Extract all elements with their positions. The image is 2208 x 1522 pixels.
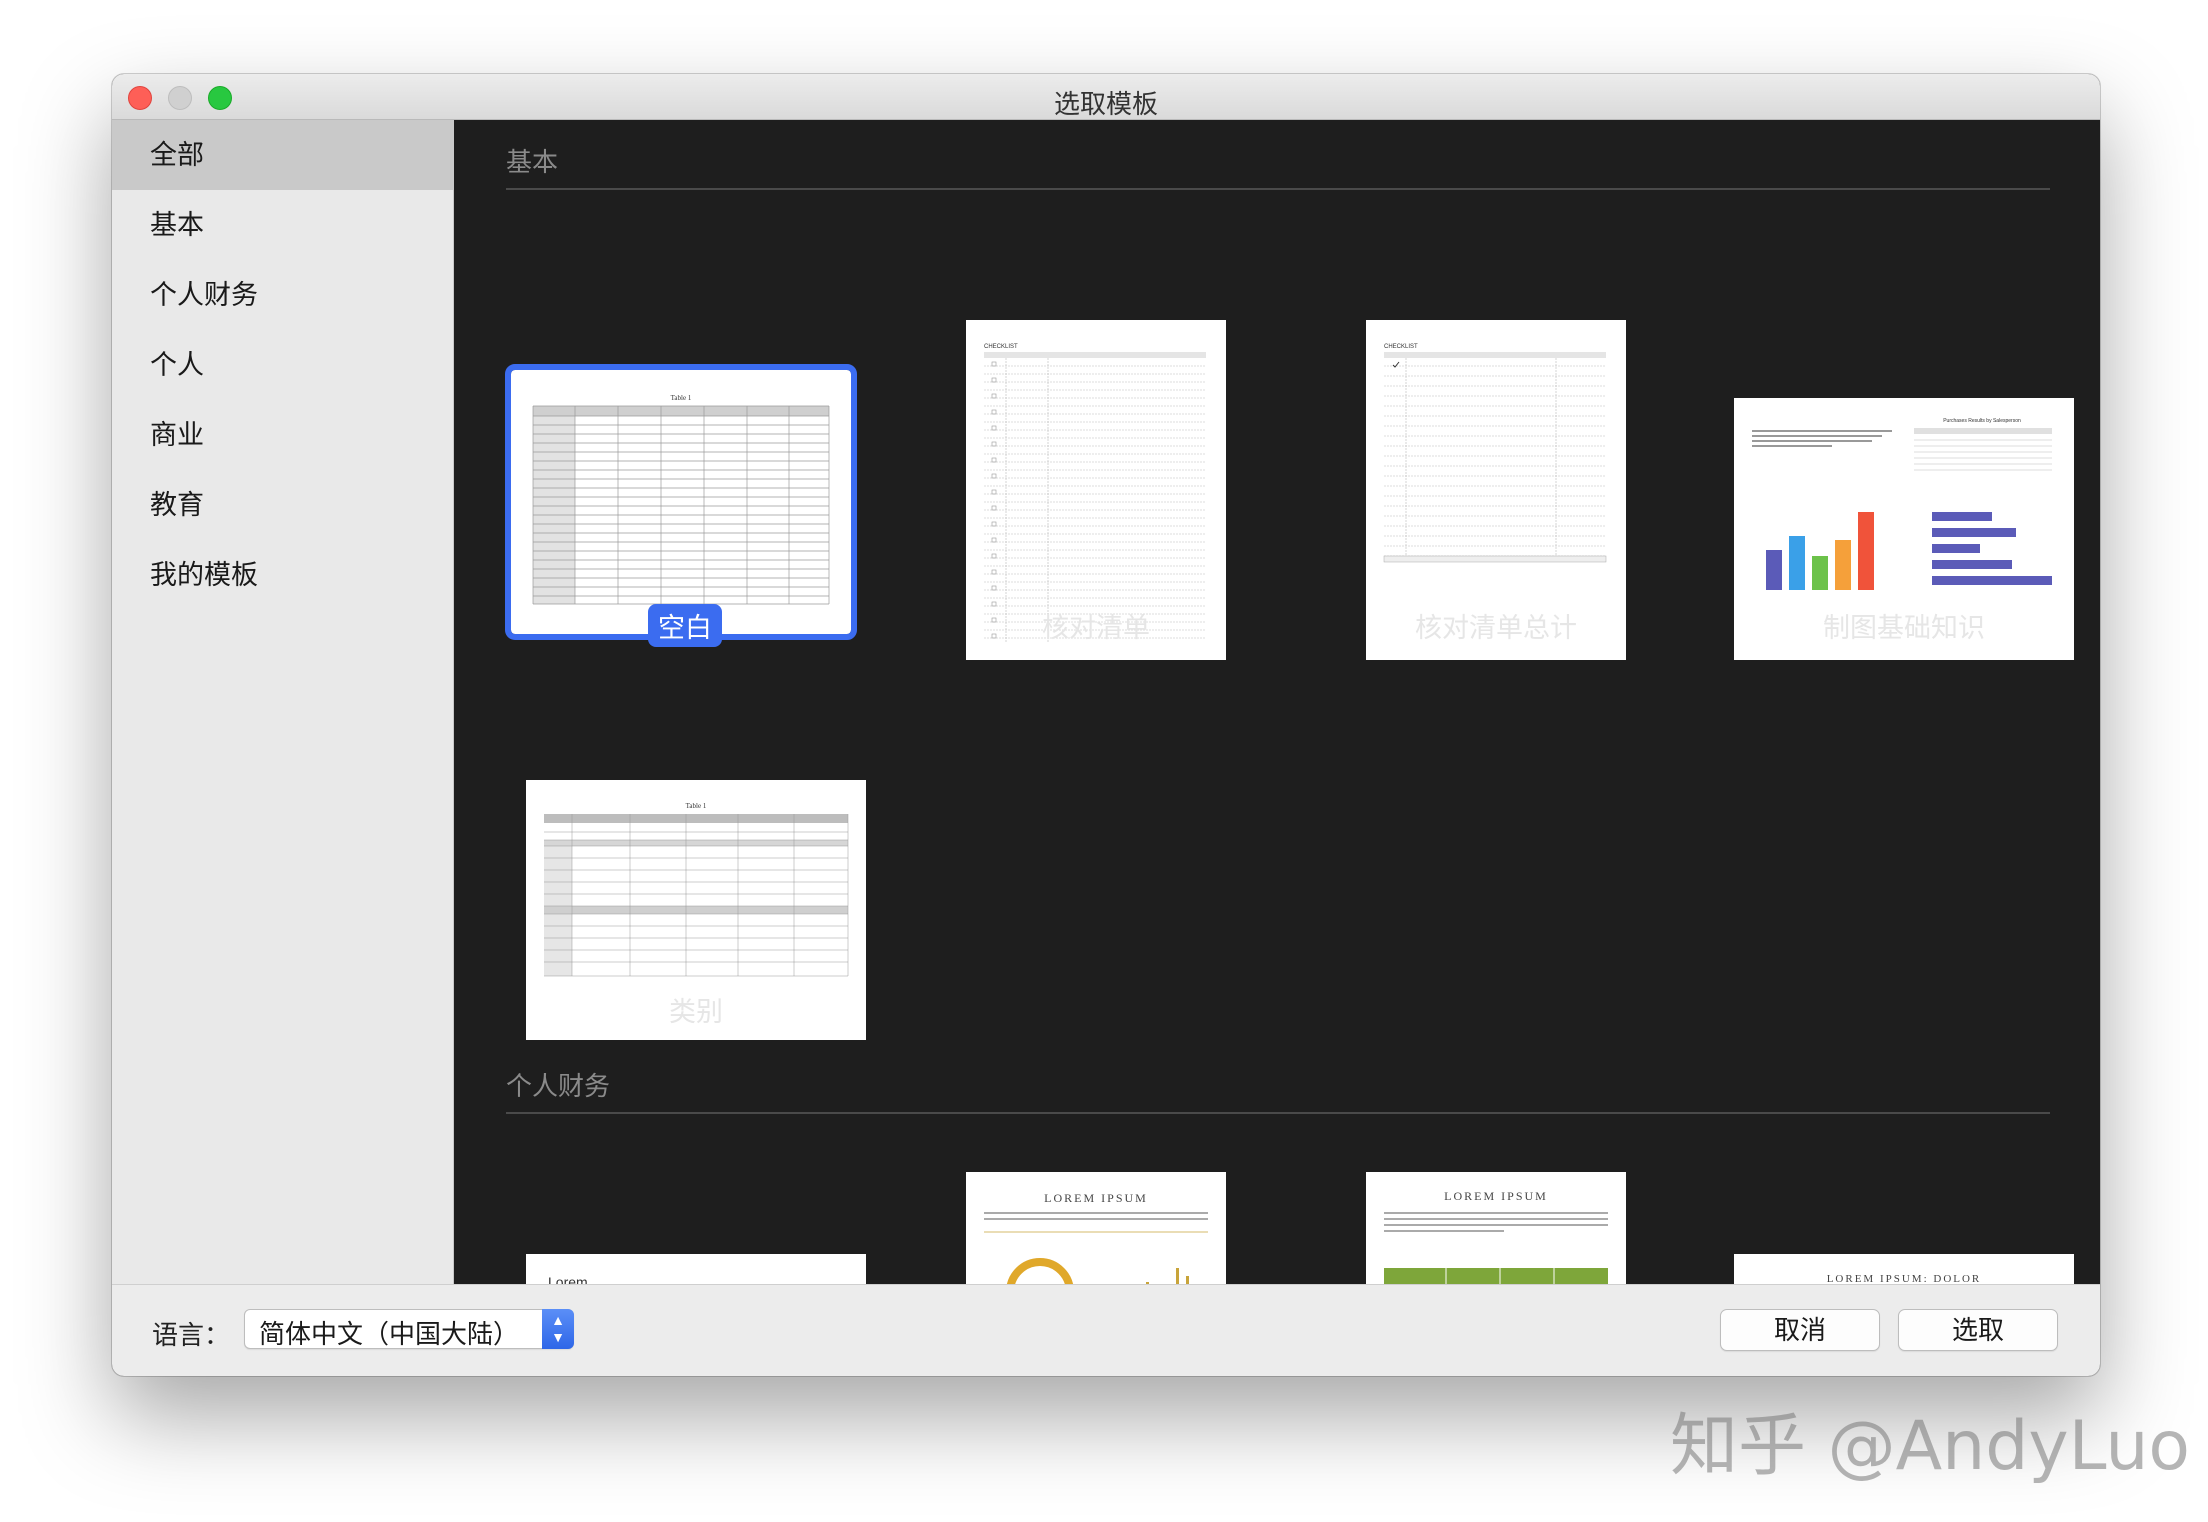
sidebar-item-basic[interactable]: 基本 (112, 190, 453, 260)
window-title: 选取模板 (1053, 89, 1158, 119)
thumb-title: Table 1 (686, 802, 707, 810)
sidebar-item-personal[interactable]: 个人 (112, 330, 453, 400)
section-divider (506, 1112, 2050, 1114)
template-label-checklist-total[interactable]: 核对清单总计 (1366, 606, 1626, 645)
template-label-blank[interactable]: 空白 (648, 604, 722, 647)
thumb-title: Table 1 (671, 394, 692, 402)
sidebar-item-my-templates[interactable]: 我的模板 (112, 540, 453, 610)
language-select[interactable]: 简体中文（中国大陆） ▲ ▼ (244, 1309, 574, 1349)
sidebar-item-business[interactable]: 商业 (112, 400, 453, 470)
template-label-charting-basics[interactable]: 制图基础知识 (1734, 606, 2074, 645)
template-thumbnail-finance-1[interactable]: Lorem (526, 1254, 866, 1284)
template-label-checklist[interactable]: 核对清单 (966, 606, 1226, 645)
section-title-personal-finance: 个人财务 (506, 1071, 611, 1101)
template-thumbnail-finance-3[interactable]: LOREM IPSUM (1366, 1172, 1626, 1284)
thumb-title: CHECKLIST (984, 344, 1018, 350)
sidebar-item-personal-finance[interactable]: 个人财务 (112, 260, 453, 330)
section-title-basic: 基本 (506, 147, 559, 177)
template-label-categories[interactable]: 类别 (526, 990, 866, 1029)
cancel-button[interactable]: 取消 (1720, 1309, 1880, 1351)
thumb-title: LOREM IPSUM (1444, 1189, 1548, 1203)
title-bar[interactable]: 选取模板 (112, 74, 2100, 120)
thumb-title: Purchases Results by Salesperson (1943, 418, 2021, 424)
choose-button[interactable]: 选取 (1898, 1309, 2058, 1351)
thumb-title: CHECKLIST (1384, 344, 1418, 350)
language-select-value: 简体中文（中国大陆） (259, 1319, 520, 1349)
thumb-title: Lorem (548, 1274, 588, 1284)
sidebar-item-education[interactable]: 教育 (112, 470, 453, 540)
template-thumbnail-blank[interactable]: Table 1 (505, 364, 857, 640)
template-thumbnail-finance-2[interactable]: LOREM IPSUM (966, 1172, 1226, 1284)
language-label: 语言： (152, 1320, 231, 1350)
template-chooser-window: 选取模板 全部 基本 个人财务 个人 商业 教育 我的模板 基本 Table 1 (112, 74, 2100, 1376)
template-thumbnail-finance-4[interactable]: LOREM IPSUM: DOLOR (1734, 1254, 2074, 1284)
footer-bar: 语言： 简体中文（中国大陆） ▲ ▼ 取消 选取 (112, 1284, 2100, 1376)
watermark: 知乎 @AndyLuo (1670, 1407, 2191, 1486)
thumb-title: LOREM IPSUM: DOLOR (1827, 1273, 1982, 1284)
template-gallery: 基本 Table 1 空白 CHECKLIST 核对清单 CHECKLIST 核… (454, 120, 2100, 1284)
select-stepper-icon[interactable]: ▲ ▼ (542, 1309, 574, 1349)
sidebar-item-all[interactable]: 全部 (112, 120, 453, 190)
thumb-title: LOREM IPSUM (1044, 1191, 1148, 1205)
category-sidebar: 全部 基本 个人财务 个人 商业 教育 我的模板 (112, 120, 454, 1284)
section-divider (506, 188, 2050, 190)
